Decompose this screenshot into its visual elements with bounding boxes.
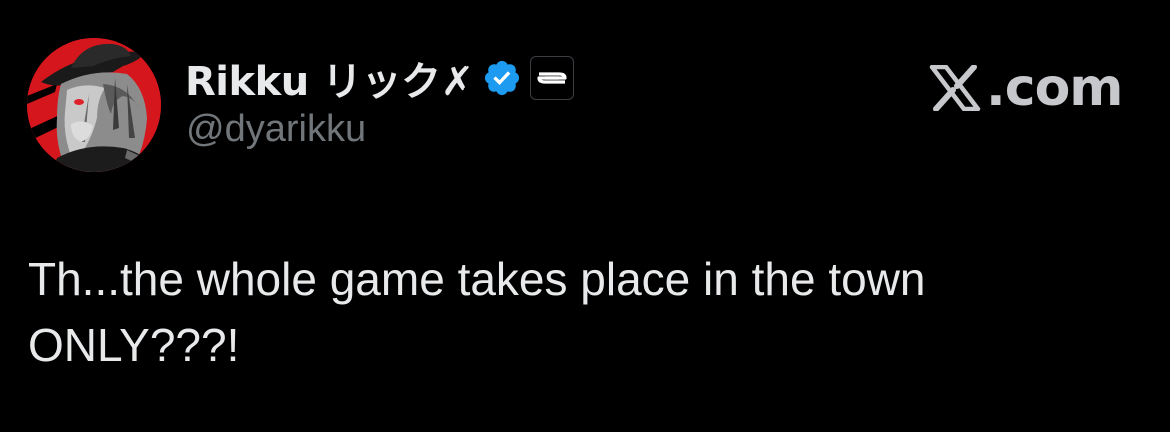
tweet-text-line-2: ONLY???! (28, 319, 240, 371)
author-name-row: Rikku リック✗ (185, 48, 574, 108)
tweet-text-line-1: Th...the whole game takes place in the t… (28, 253, 926, 305)
tweet-text: Th...the whole game takes place in the t… (28, 246, 1138, 378)
ss-affiliate-badge-icon[interactable] (529, 56, 574, 100)
x-com-watermark: .com (928, 58, 1123, 118)
verified-badge-icon[interactable] (482, 58, 522, 98)
display-name[interactable]: Rikku リック✗ (185, 49, 474, 107)
x-logo-icon (928, 64, 982, 112)
avatar[interactable] (27, 38, 161, 172)
author-handle[interactable]: @dyarikku (186, 108, 366, 151)
domain-text: .com (986, 58, 1123, 118)
